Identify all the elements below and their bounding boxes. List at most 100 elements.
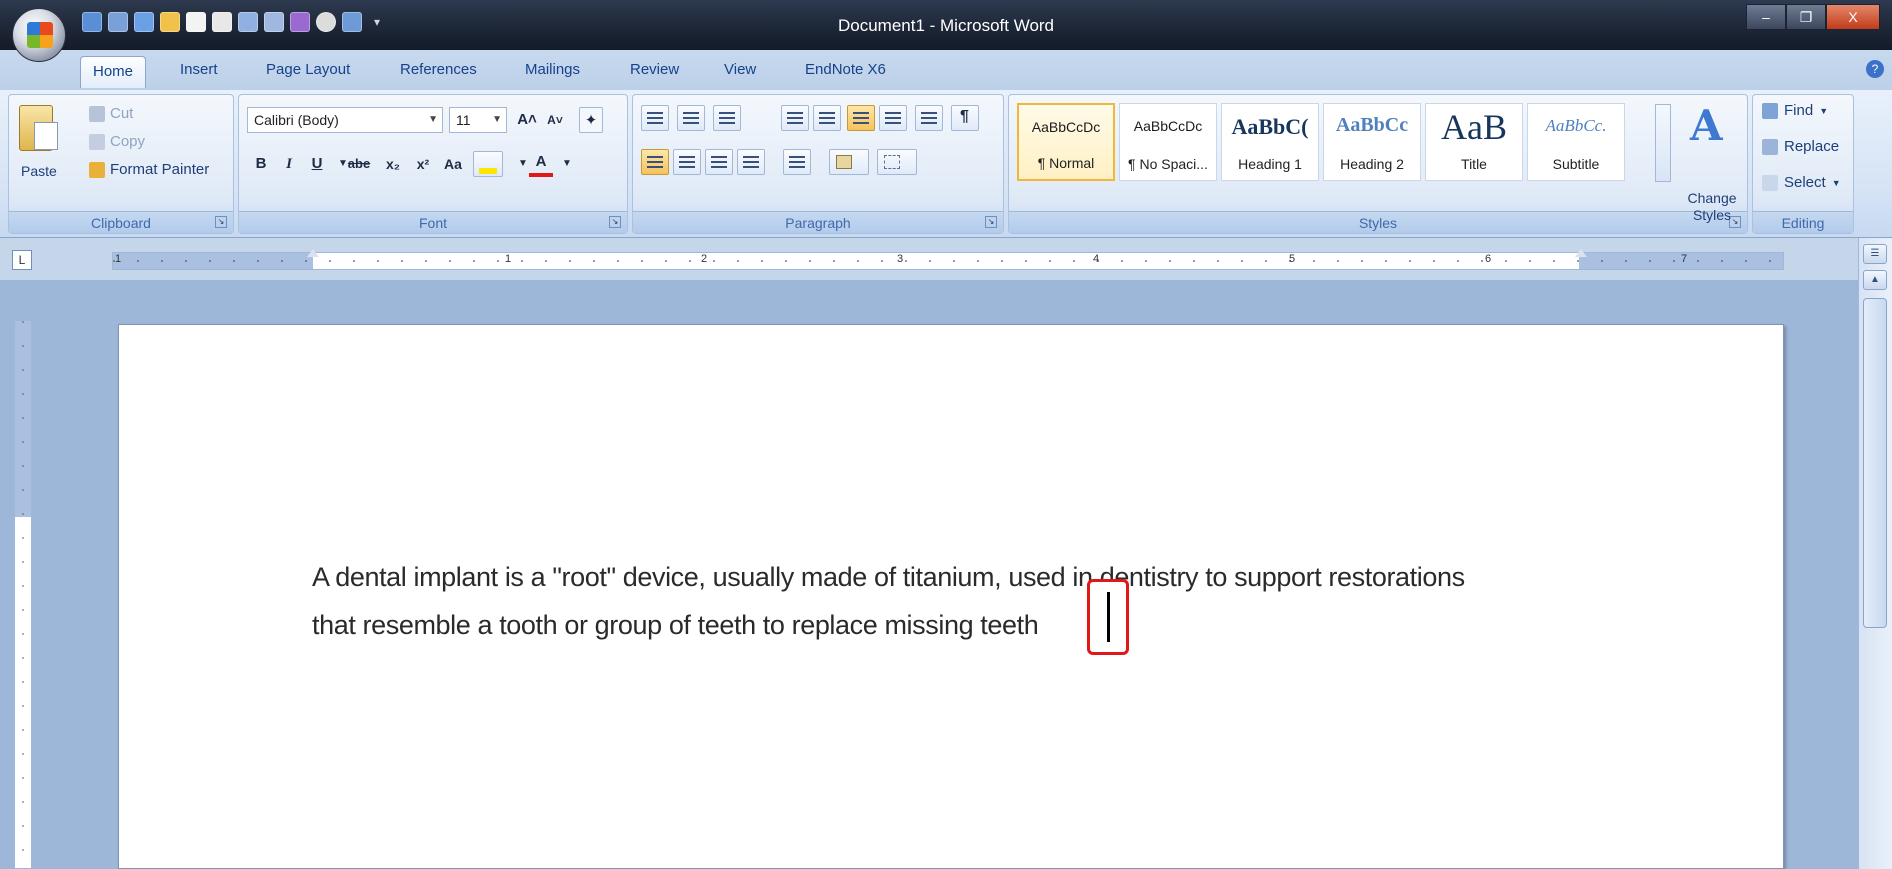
clipboard-group-label: Clipboard (9, 211, 233, 233)
style-name: Title (1461, 156, 1487, 172)
pilcrow-icon: ¶ (960, 108, 969, 125)
subscript-button[interactable]: x₂ (381, 151, 405, 177)
tab-view[interactable]: View (724, 61, 756, 78)
tab-selector-button[interactable]: L (12, 250, 32, 270)
left-to-right-button[interactable] (847, 105, 875, 131)
align-left-button[interactable] (641, 149, 669, 175)
right-indent-marker[interactable] (1575, 249, 1587, 257)
style-title[interactable]: AaB Title (1425, 103, 1523, 181)
align-right-button[interactable] (705, 149, 733, 175)
paste-icon[interactable] (19, 105, 58, 151)
tab-references[interactable]: References (400, 61, 477, 78)
align-center-button[interactable] (673, 149, 701, 175)
justify-button[interactable] (737, 149, 765, 175)
style-preview: AaBbCc. (1545, 116, 1607, 135)
scroll-up-button[interactable]: ▲ (1863, 270, 1887, 290)
decrease-indent-button[interactable] (781, 105, 809, 131)
strikethrough-button[interactable]: abe (347, 151, 371, 177)
paste-button[interactable]: Paste (21, 163, 57, 179)
vertical-ruler[interactable] (14, 320, 32, 869)
highlighter-icon (479, 168, 497, 174)
style-name: Heading 2 (1340, 156, 1404, 172)
numbering-button[interactable] (677, 105, 705, 131)
scrollbar-thumb[interactable] (1863, 298, 1887, 628)
highlight-button[interactable] (473, 151, 503, 177)
style-name: ¶ Normal (1037, 155, 1095, 171)
change-styles-icon[interactable]: A (1690, 104, 1730, 148)
shrink-font-button[interactable]: A˅ (543, 107, 567, 133)
ruler-number: 3 (897, 253, 904, 265)
ruler-area: L 1 1 2 3 4 5 6 7 (0, 238, 1892, 280)
clear-formatting-button[interactable]: ✦ (579, 107, 603, 133)
font-size-select[interactable]: 11 ▼ (449, 107, 507, 133)
view-ruler-button[interactable]: ☰ (1863, 244, 1887, 264)
right-to-left-button[interactable] (879, 105, 907, 131)
bullets-button[interactable] (641, 105, 669, 131)
eraser-icon: ✦ (584, 112, 598, 129)
italic-button[interactable]: I (277, 151, 301, 177)
style-preview: AaBbCc (1335, 114, 1409, 136)
office-logo-icon (27, 22, 53, 48)
tab-page-layout[interactable]: Page Layout (266, 61, 350, 78)
style-heading-1[interactable]: AaBbC( Heading 1 (1221, 103, 1319, 181)
find-button[interactable]: Find ▼ (1762, 102, 1828, 119)
copy-icon (89, 133, 105, 150)
show-hide-button[interactable]: ¶ (951, 105, 979, 131)
font-color-button[interactable]: A (529, 151, 553, 177)
line-spacing-button[interactable] (783, 149, 811, 175)
line-spacing-icon (789, 156, 805, 168)
superscript-button[interactable]: x² (411, 151, 435, 177)
editing-group-label: Editing (1753, 211, 1853, 233)
cut-label: Cut (110, 105, 134, 122)
horizontal-ruler[interactable]: 1 1 2 3 4 5 6 7 (112, 249, 1784, 270)
document-line-1: A dental implant is a "root" device, usu… (312, 562, 1465, 592)
minimize-button[interactable]: – (1746, 4, 1786, 30)
font-size-value: 11 (456, 112, 471, 128)
change-case-button[interactable]: Aa (441, 151, 465, 177)
style-no-spacing[interactable]: AaBbCcDc ¶ No Spaci... (1119, 103, 1217, 181)
styles-gallery-scroll[interactable] (1655, 104, 1671, 182)
font-family-select[interactable]: Calibri (Body) ▼ (247, 107, 443, 133)
tab-home[interactable]: Home (80, 56, 147, 88)
format-painter-button[interactable]: Format Painter (89, 161, 209, 178)
change-styles-button[interactable]: Change Styles (1680, 190, 1744, 224)
close-button[interactable]: X (1826, 4, 1880, 30)
ruler-number: 6 (1485, 253, 1492, 265)
style-preview: AaB (1441, 107, 1507, 147)
binoculars-icon (1762, 102, 1778, 119)
multilevel-list-button[interactable] (713, 105, 741, 131)
borders-button[interactable] (877, 149, 917, 175)
left-indent-marker[interactable] (307, 249, 319, 257)
tab-review[interactable]: Review (630, 61, 679, 78)
document-page[interactable]: A dental implant is a "root" device, usu… (118, 324, 1784, 869)
tab-insert[interactable]: Insert (180, 61, 218, 78)
copy-button[interactable]: Copy (89, 133, 145, 150)
vertical-scrollbar[interactable]: ☰ ▲ (1858, 238, 1892, 869)
grow-font-button[interactable]: A˄ (515, 107, 539, 133)
select-button[interactable]: Select ▼ (1762, 174, 1841, 191)
tab-mailings[interactable]: Mailings (525, 61, 580, 78)
shading-button[interactable] (829, 149, 869, 175)
font-dialog-launcher[interactable]: ↘ (609, 216, 621, 228)
replace-button[interactable]: Replace (1762, 138, 1839, 155)
style-subtitle[interactable]: AaBbCc. Subtitle (1527, 103, 1625, 181)
increase-indent-button[interactable] (813, 105, 841, 131)
tab-endnote[interactable]: EndNote X6 (805, 61, 886, 78)
document-body[interactable]: A dental implant is a "root" device, usu… (312, 553, 1612, 649)
font-color-dropdown[interactable]: ▼ (555, 151, 579, 177)
find-label: Find (1784, 102, 1814, 119)
office-button[interactable] (12, 8, 66, 62)
style-heading-2[interactable]: AaBbCc Heading 2 (1323, 103, 1421, 181)
underline-button[interactable]: U (305, 151, 329, 177)
sort-button[interactable] (915, 105, 943, 131)
style-normal[interactable]: AaBbCcDc ¶ Normal (1017, 103, 1115, 181)
bold-button[interactable]: B (249, 151, 273, 177)
clipboard-dialog-launcher[interactable]: ↘ (215, 216, 227, 228)
rtl-icon (885, 112, 901, 124)
restore-button[interactable]: ❐ (1786, 4, 1826, 30)
help-icon[interactable]: ? (1866, 60, 1884, 78)
cut-button[interactable]: Cut (89, 105, 133, 122)
paragraph-dialog-launcher[interactable]: ↘ (985, 216, 997, 228)
paragraph-group-label: Paragraph (633, 211, 1003, 233)
justify-icon (743, 156, 759, 168)
